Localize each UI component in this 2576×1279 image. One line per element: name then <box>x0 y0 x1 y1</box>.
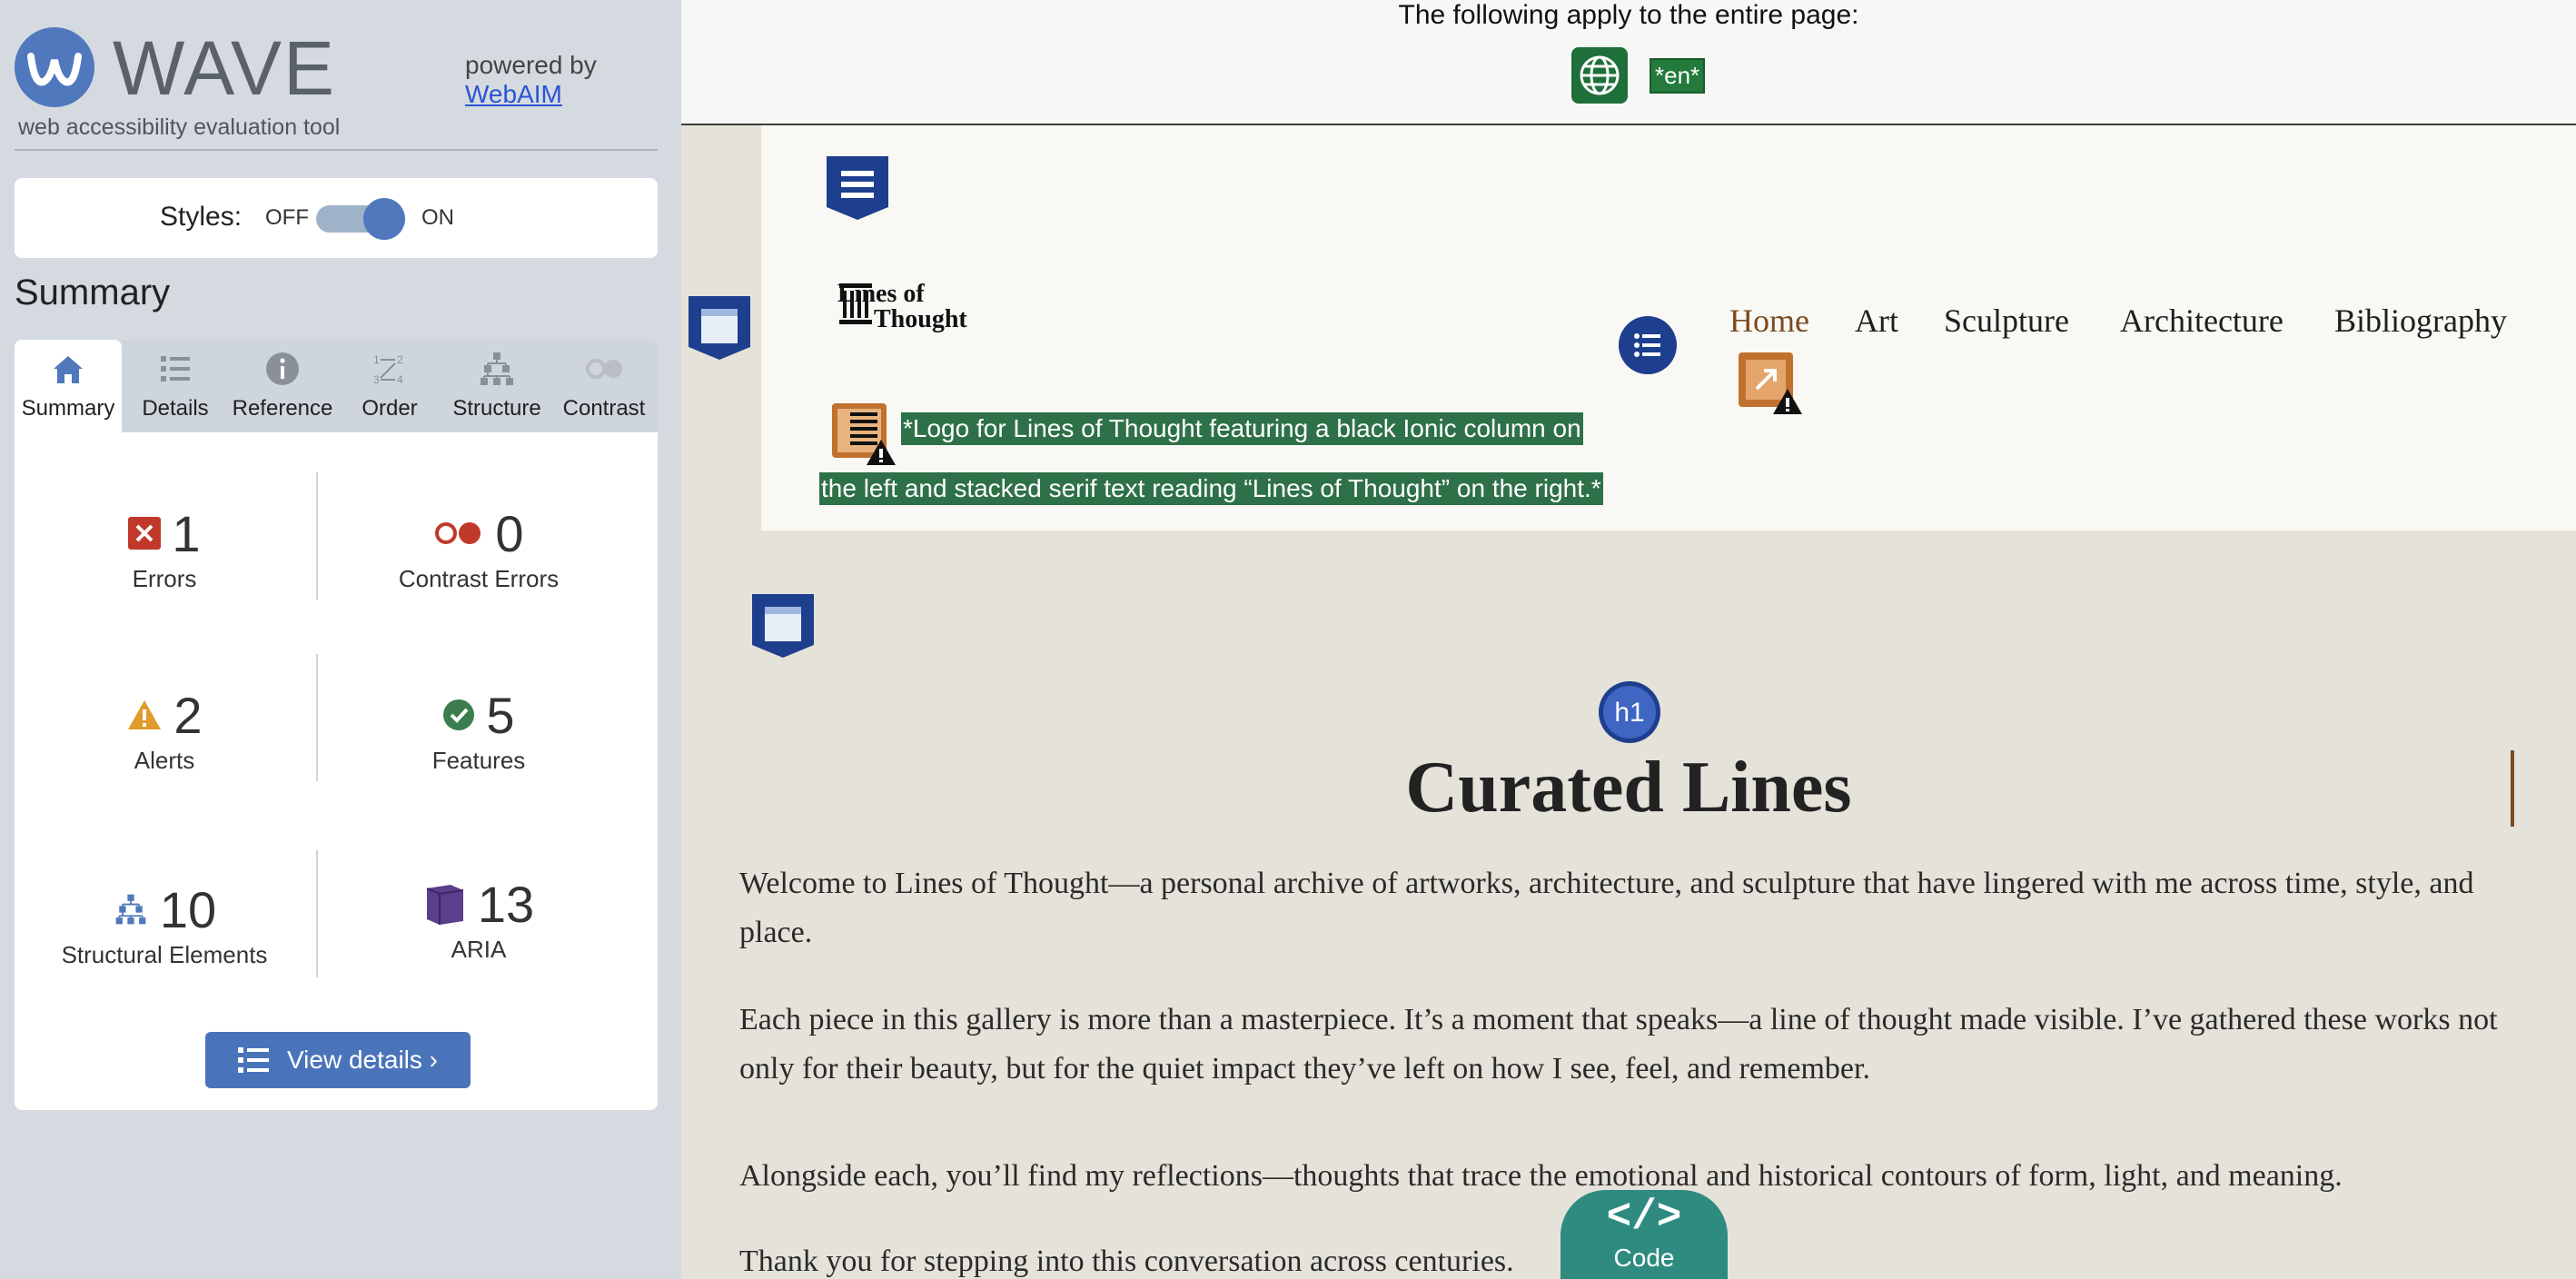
view-details-label: View details › <box>286 1046 438 1074</box>
errors-count: 1 <box>172 504 201 562</box>
language-globe-icon[interactable] <box>1571 47 1628 104</box>
redundant-link-alert-icon[interactable] <box>1735 349 1804 422</box>
intro-paragraph: Welcome to Lines of Thought—a personal a… <box>739 867 2474 949</box>
wave-tagline: web accessibility evaluation tool <box>18 114 341 140</box>
page-wide-items: The following apply to the entire page: … <box>681 0 2576 125</box>
stat-aria[interactable]: 13 ARIA <box>329 876 629 964</box>
list-icon <box>122 349 229 389</box>
errors-label: Errors <box>132 565 197 592</box>
stat-errors[interactable]: 1 Errors <box>15 505 314 593</box>
tab-details[interactable]: Details <box>122 340 229 432</box>
long-alt-alert-icon[interactable] <box>828 400 897 473</box>
tab-contrast[interactable]: Contrast <box>550 340 658 432</box>
code-label: Code <box>1613 1244 1675 1272</box>
h1-badge-text: h1 <box>1614 698 1644 728</box>
features-label: Features <box>431 747 526 774</box>
contrast-icon <box>550 349 658 389</box>
aria-count: 13 <box>477 875 535 933</box>
region-landmark-icon[interactable] <box>685 292 754 366</box>
page-wide-label: The following apply to the entire page: <box>1398 0 1859 30</box>
header-landmark-icon[interactable] <box>823 153 892 226</box>
contrast-errors-label: Contrast Errors <box>398 565 560 592</box>
error-icon <box>128 517 162 550</box>
powered-by-text: powered by <box>465 51 597 79</box>
aria-label: ARIA <box>451 936 507 963</box>
language-badge: *en* <box>1650 58 1706 94</box>
feature-icon <box>443 699 475 730</box>
structural-count: 10 <box>159 880 217 938</box>
alt-text-line-1: *Logo for Lines of Thought featuring a b… <box>901 412 1583 445</box>
panel-tabs: Summary Details Reference 1 2 3 4 Order Str… <box>15 340 658 432</box>
code-toggle-button[interactable]: </> Code <box>1560 1190 1728 1279</box>
tab-summary-label: Summary <box>21 396 115 421</box>
view-details-button[interactable]: View details › <box>205 1032 471 1088</box>
brand-line-2: Thought <box>874 305 967 333</box>
stat-divider <box>316 654 318 781</box>
heading-h1-icon[interactable]: h1 <box>1597 679 1662 749</box>
tab-structure[interactable]: Structure <box>443 340 550 432</box>
contrast-error-icon <box>435 522 481 544</box>
structure-icon <box>443 349 550 389</box>
stat-features[interactable]: 5 Features <box>329 687 629 775</box>
alerts-label: Alerts <box>134 747 195 774</box>
summary-panel: 1 Errors 0 Contrast Errors 2 Alerts 5 Fe… <box>15 432 658 1110</box>
sidebar-divider <box>15 149 658 151</box>
alt-text-line-2: the left and stacked serif text reading … <box>819 472 1603 505</box>
main-landmark-icon[interactable] <box>748 590 817 664</box>
info-icon <box>229 349 336 389</box>
svg-text:4: 4 <box>397 373 403 386</box>
alerts-count: 2 <box>173 686 203 744</box>
tab-order-label: Order <box>362 396 418 421</box>
powered-by: powered by WebAIM <box>465 51 597 109</box>
structure-icon <box>115 894 146 925</box>
page-preview: The following apply to the entire page: … <box>681 0 2576 1279</box>
stat-structural[interactable]: 10 Structural Elements <box>15 881 314 969</box>
webaim-link[interactable]: WebAIM <box>465 80 597 109</box>
stat-alerts[interactable]: 2 Alerts <box>15 687 314 775</box>
stat-divider <box>316 472 318 600</box>
column-logo-icon <box>837 282 874 330</box>
nav-bibliography[interactable]: Bibliography <box>2334 302 2507 340</box>
unordered-list-icon[interactable] <box>1617 314 1679 381</box>
tab-order[interactable]: 1 2 3 4 Order <box>336 340 443 432</box>
styles-on-label: ON <box>421 205 454 230</box>
tab-reference[interactable]: Reference <box>229 340 336 432</box>
tab-structure-label: Structure <box>452 396 541 421</box>
panel-title: Summary <box>15 273 171 312</box>
svg-text:2: 2 <box>397 353 403 366</box>
wave-logo-icon <box>15 27 94 107</box>
nav-architecture[interactable]: Architecture <box>2120 302 2284 340</box>
tab-summary[interactable]: Summary <box>15 340 122 432</box>
wave-logo-text: WAVE <box>113 25 337 111</box>
list-icon <box>237 1047 269 1073</box>
alert-icon <box>128 700 162 729</box>
features-count: 5 <box>486 686 515 744</box>
svg-text:3: 3 <box>373 373 380 386</box>
tab-details-label: Details <box>142 396 209 421</box>
styles-label: Styles: <box>160 202 243 232</box>
structural-label: Structural Elements <box>61 941 268 968</box>
gallery-paragraph: Each piece in this gallery is more than … <box>739 1003 2498 1086</box>
nav-sculpture[interactable]: Sculpture <box>1944 302 2069 340</box>
tab-contrast-label: Contrast <box>562 396 646 421</box>
home-icon <box>15 349 122 389</box>
nav-art[interactable]: Art <box>1855 302 1898 340</box>
styles-toggle-knob[interactable] <box>363 198 405 240</box>
page-title: Curated Lines <box>1405 748 1852 828</box>
wave-sidebar: WAVE web accessibility evaluation tool p… <box>0 0 681 1279</box>
aria-icon <box>426 885 463 925</box>
stat-contrast-errors[interactable]: 0 Contrast Errors <box>329 505 629 593</box>
order-icon: 1 2 3 4 <box>336 349 443 389</box>
contrast-errors-count: 0 <box>495 504 524 562</box>
tab-reference-label: Reference <box>232 396 333 421</box>
svg-text:1: 1 <box>373 353 380 366</box>
code-icon: </> <box>1606 1194 1682 1241</box>
nav-home[interactable]: Home <box>1729 302 1809 340</box>
title-accent-bar <box>2511 750 2514 827</box>
stat-divider <box>316 850 318 977</box>
styles-off-label: OFF <box>265 205 309 230</box>
styles-toggle-panel: Styles: OFF ON <box>15 178 658 258</box>
